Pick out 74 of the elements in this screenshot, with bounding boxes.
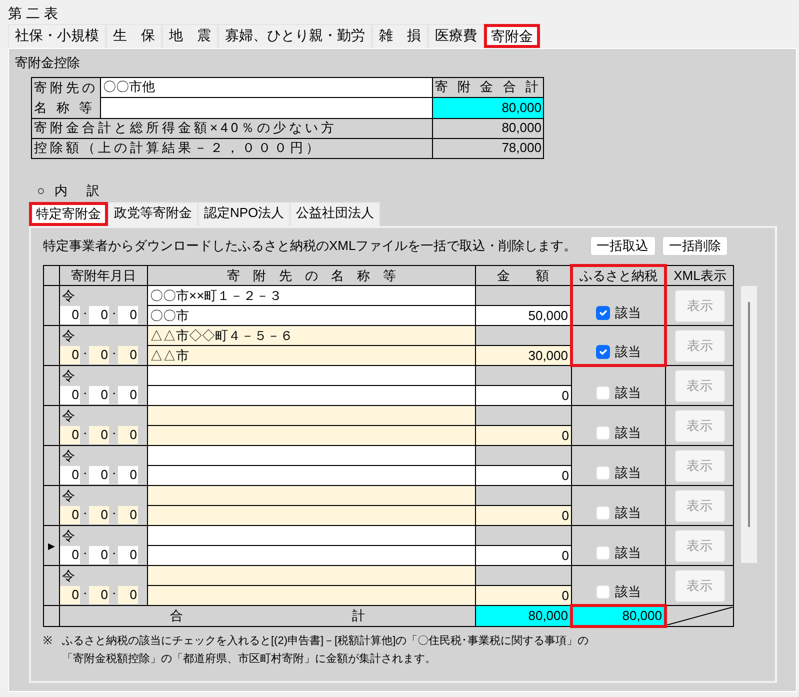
checkbox-label: 該当 (615, 384, 641, 402)
total-amount: 80,000 (476, 606, 572, 626)
column-header: XML表示 (666, 266, 734, 286)
amount-field[interactable]: 30,000 (476, 346, 572, 366)
tab[interactable]: 政党等寄附金 (108, 202, 198, 226)
description-text: 特定事業者からダウンロードしたふるさと納税のXMLファイルを一括で取込・削除します。 (43, 237, 577, 256)
tab[interactable]: 寄附金 (484, 24, 540, 48)
action-button[interactable]: 一括削除 (662, 236, 728, 256)
amount-field[interactable]: 0 (476, 586, 572, 606)
name-field[interactable]: 〇〇市 (148, 306, 476, 326)
column-header: 寄 附 先 の 名 称 等 (148, 266, 476, 286)
tab[interactable]: 寡婦、ひとり親・勤労 (218, 24, 372, 48)
checkbox-label: 該当 (615, 424, 641, 442)
breakdown-label: ○ 内 訳 (37, 182, 102, 200)
name-field[interactable] (148, 386, 476, 406)
note-text: 「寄附金税額控除」の「都道府県、市区町村寄附」に金額が集計されます。 (62, 652, 437, 667)
column-header: 寄附年月日 (60, 266, 148, 286)
checkbox-label: 該当 (615, 343, 641, 361)
total-value: 80,000 (432, 98, 544, 118)
amount-field[interactable]: 50,000 (476, 306, 572, 326)
amount-field[interactable]: 0 (476, 386, 572, 406)
name-field[interactable]: 〇〇市他 (100, 77, 432, 98)
row-label: 寄附金合計と総所得金額×40％の少ない方 (32, 118, 432, 138)
row-value: 78,000 (432, 138, 544, 158)
checkbox-label: 該当 (615, 583, 641, 601)
row-value: 80,000 (432, 118, 544, 138)
checkbox-label: 該当 (615, 504, 641, 522)
name-field[interactable] (148, 546, 476, 566)
column-header: 寄 附 金 合 計 (432, 77, 544, 98)
scrollbar[interactable] (740, 286, 756, 563)
address-field[interactable] (148, 486, 476, 506)
tab[interactable]: 認定NPO法人 (198, 202, 290, 226)
note-mark: ※ (43, 634, 52, 649)
tab[interactable]: 社保・小規模 (8, 24, 106, 48)
section-title: 第 二 表 (8, 4, 59, 22)
name-field[interactable]: △△市 (148, 346, 476, 366)
furusato-total: 80,000 (572, 606, 666, 626)
note-text: ふるさと納税の該当にチェックを入れると[(2)申告書]－[税額計算他]の「〇住民税･事業税に関する事項」の (62, 634, 589, 649)
amount-field[interactable]: 0 (476, 506, 572, 526)
field-label: 寄附先の (34, 78, 98, 96)
name-field[interactable] (148, 426, 476, 446)
checkbox[interactable] (596, 345, 610, 359)
name-field[interactable] (148, 466, 476, 486)
checkbox-label: 該当 (615, 464, 641, 482)
address-field[interactable] (148, 526, 476, 546)
column-header: ふるさと納税 (572, 266, 666, 286)
column-header: 金 額 (476, 266, 572, 286)
tab[interactable]: 地 震 (162, 24, 218, 48)
name-field[interactable] (148, 586, 476, 606)
current-row-marker: ▶ (48, 540, 55, 550)
checkbox-label: 該当 (615, 304, 641, 322)
tab[interactable]: 医療費 (428, 24, 484, 48)
action-button[interactable]: 一括取込 (590, 236, 656, 256)
tab[interactable]: 特定寄附金 (29, 202, 108, 226)
address-field[interactable]: △△市◇◇町４－５－６ (148, 326, 476, 346)
field-label: 名 称 等 (34, 98, 96, 116)
address-field[interactable] (148, 446, 476, 466)
tab[interactable]: 公益社団法人 (290, 202, 380, 226)
address-field[interactable] (148, 366, 476, 386)
address-field[interactable] (148, 406, 476, 426)
address-field[interactable]: 〇〇市××町１－２－３ (148, 286, 476, 306)
address-field[interactable] (148, 566, 476, 586)
amount-field[interactable]: 0 (476, 426, 572, 446)
amount-field[interactable]: 0 (476, 466, 572, 486)
amount-field[interactable]: 0 (476, 546, 572, 566)
checkbox[interactable] (596, 306, 610, 320)
name-field[interactable] (148, 506, 476, 526)
tab[interactable]: 生 保 (106, 24, 162, 48)
total-label: 合 計 (60, 606, 476, 626)
row-label: 控除額（上の計算結果－２，０００円） (32, 138, 432, 158)
panel-title: 寄附金控除 (15, 54, 81, 72)
name-field[interactable] (100, 98, 432, 118)
checkbox-label: 該当 (615, 544, 641, 562)
tab[interactable]: 雑 損 (372, 24, 428, 48)
